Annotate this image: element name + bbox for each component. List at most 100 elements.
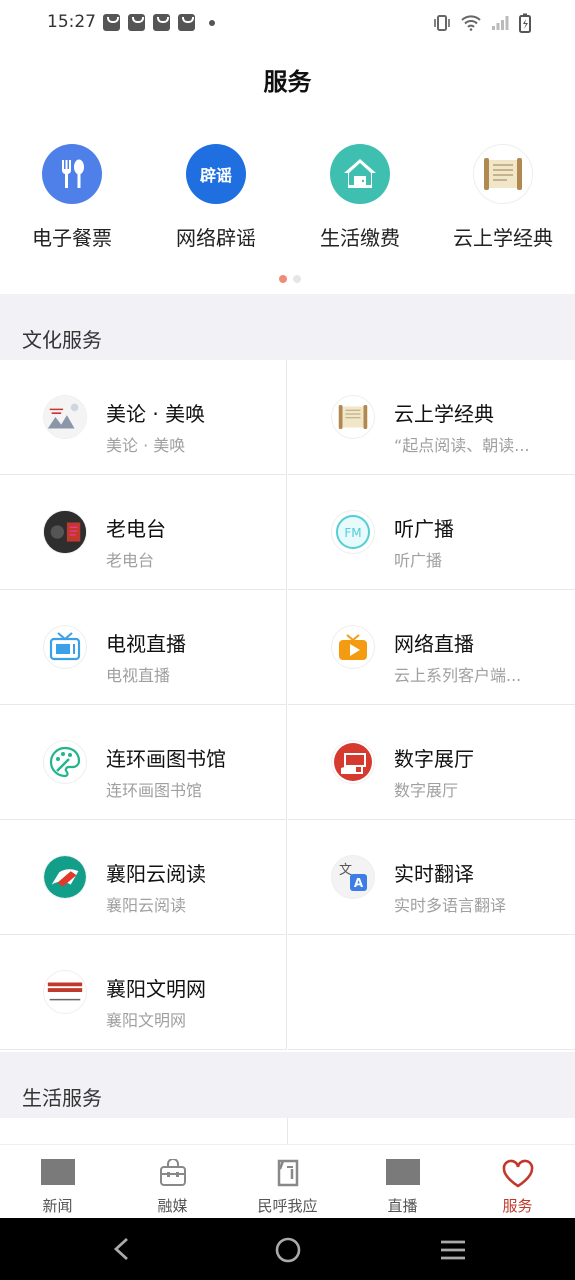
wifi-icon	[461, 15, 481, 31]
battery-charging-icon	[519, 13, 531, 33]
service-title: 老电台	[106, 517, 166, 541]
home-icon[interactable]	[274, 1236, 302, 1264]
service-title: 电视直播	[106, 632, 186, 656]
service-title: 听广播	[394, 517, 454, 541]
system-icons	[433, 13, 531, 33]
shopping-bag-icon	[178, 14, 195, 31]
service-title: 云上学经典	[394, 402, 494, 426]
status-time: 15:27	[47, 12, 96, 32]
nav-label: 民呼我应	[257, 1197, 318, 1215]
nav-ask[interactable]: 民呼我应	[230, 1145, 345, 1219]
quick-item-label: 云上学经典	[453, 226, 553, 250]
page-title: 服务	[263, 68, 312, 96]
system-navigation-bar	[0, 1218, 575, 1280]
status-bar: 15:27	[0, 0, 575, 48]
section-band-life: 生活服务	[0, 1052, 575, 1118]
nav-media[interactable]: 融媒	[115, 1145, 230, 1219]
quick-item-label: 电子餐票	[32, 226, 112, 250]
service-cell-empty	[288, 935, 575, 1050]
service-title: 数字展厅	[394, 747, 474, 771]
fork-spoon-icon	[42, 144, 102, 204]
service-subtitle: 连环画图书馆	[106, 781, 203, 800]
service-subtitle: 云上系列客户端...	[394, 666, 522, 685]
notification-icons	[103, 14, 215, 31]
service-cell-broadcast[interactable]: FM 听广播 听广播	[288, 475, 575, 590]
service-title: 襄阳云阅读	[106, 862, 206, 886]
nav-label: 新闻	[42, 1197, 73, 1215]
service-cell-cloud-reading[interactable]: 襄阳云阅读 襄阳云阅读	[0, 820, 287, 935]
service-subtitle: 老电台	[106, 551, 155, 570]
service-cell-old-radio[interactable]: 老电台 老电台	[0, 475, 287, 590]
reading-icon	[43, 855, 87, 899]
nav-news[interactable]: 新闻	[0, 1145, 115, 1219]
section-title-life: 生活服务	[22, 1086, 102, 1110]
heart-icon	[502, 1159, 533, 1188]
civilization-icon	[43, 970, 87, 1014]
vibrate-icon	[434, 15, 450, 31]
tv-icon	[43, 625, 87, 669]
rumor-badge-icon: 辟谣	[186, 144, 246, 204]
nav-live[interactable]: 直播	[345, 1145, 460, 1219]
radio-thumb-icon	[43, 510, 87, 554]
translate-icon: 文A	[331, 855, 375, 899]
service-cell-civilization[interactable]: 襄阳文明网 襄阳文明网	[0, 935, 287, 1050]
quick-item-label: 网络辟谣	[176, 226, 256, 250]
rumor-badge-text: 辟谣	[199, 166, 232, 185]
shopping-bag-icon	[153, 14, 170, 31]
quick-item-bill-pay[interactable]: 生活缴费	[288, 144, 432, 251]
news-icon	[40, 1159, 75, 1185]
service-cell-tv-live[interactable]: 电视直播 电视直播	[0, 590, 287, 705]
svg-text:FM: FM	[344, 526, 361, 540]
play-icon	[331, 625, 375, 669]
service-cell-meilun[interactable]: 美论 · 美唤 美论 · 美唤	[0, 360, 287, 475]
service-cell-classics[interactable]: 云上学经典 “起点阅读、朝读...	[288, 360, 575, 475]
quick-item-rumor[interactable]: 辟谣 网络辟谣	[144, 144, 288, 251]
house-icon	[330, 144, 390, 204]
quick-item-meal-ticket[interactable]: 电子餐票	[0, 144, 144, 251]
nav-label: 服务	[502, 1197, 533, 1215]
scroll-icon	[473, 144, 533, 204]
bottom-nav: 新闻 融媒 民呼我应 直播 服务	[0, 1144, 575, 1218]
media-bag-icon	[159, 1159, 186, 1186]
fm-icon: FM	[331, 510, 375, 554]
signal-icon	[492, 16, 509, 30]
service-title: 网络直播	[394, 632, 474, 656]
service-subtitle: 实时多语言翻译	[394, 896, 507, 915]
service-title: 美论 · 美唤	[106, 402, 206, 426]
more-notifications-dot-icon	[209, 19, 215, 26]
painting-thumb-icon	[43, 395, 87, 439]
life-services-grid	[0, 1118, 575, 1144]
nav-label: 直播	[387, 1197, 418, 1215]
service-subtitle: 襄阳云阅读	[106, 896, 187, 915]
service-cell-digital-hall[interactable]: 数字展厅 数字展厅	[288, 705, 575, 820]
pager-dot	[293, 275, 301, 283]
svg-text:文: 文	[339, 863, 352, 878]
carousel-pager	[279, 275, 301, 283]
nav-service[interactable]: 服务	[460, 1145, 575, 1219]
ask-icon	[277, 1159, 298, 1187]
shopping-bag-icon	[103, 14, 120, 31]
service-subtitle: 美论 · 美唤	[106, 436, 186, 455]
service-subtitle: 襄阳文明网	[106, 1011, 187, 1030]
grid-divider	[287, 1118, 288, 1144]
quick-item-label: 生活缴费	[320, 226, 400, 250]
quick-services: 电子餐票 辟谣 网络辟谣 生活缴费 云上学经典	[0, 144, 575, 254]
service-subtitle: 电视直播	[106, 666, 171, 685]
section-title-culture: 文化服务	[22, 328, 102, 352]
service-subtitle: 数字展厅	[394, 781, 459, 800]
service-cell-comic-library[interactable]: 连环画图书馆 连环画图书馆	[0, 705, 287, 820]
nav-label: 融媒	[157, 1197, 188, 1215]
back-icon[interactable]	[110, 1236, 134, 1262]
service-title: 连环画图书馆	[106, 747, 226, 771]
service-cell-web-live[interactable]: 网络直播 云上系列客户端...	[288, 590, 575, 705]
service-subtitle: 听广播	[394, 551, 443, 570]
service-title: 襄阳文明网	[106, 977, 206, 1001]
recents-menu-icon[interactable]	[439, 1238, 467, 1262]
service-cell-translate[interactable]: 文A 实时翻译 实时多语言翻译	[288, 820, 575, 935]
scroll-icon	[331, 395, 375, 439]
live-icon	[385, 1159, 420, 1185]
quick-item-classics[interactable]: 云上学经典	[431, 144, 575, 251]
pager-dot-active	[279, 275, 287, 283]
section-band-culture: 文化服务	[0, 294, 575, 360]
service-subtitle: “起点阅读、朝读...	[394, 436, 530, 455]
